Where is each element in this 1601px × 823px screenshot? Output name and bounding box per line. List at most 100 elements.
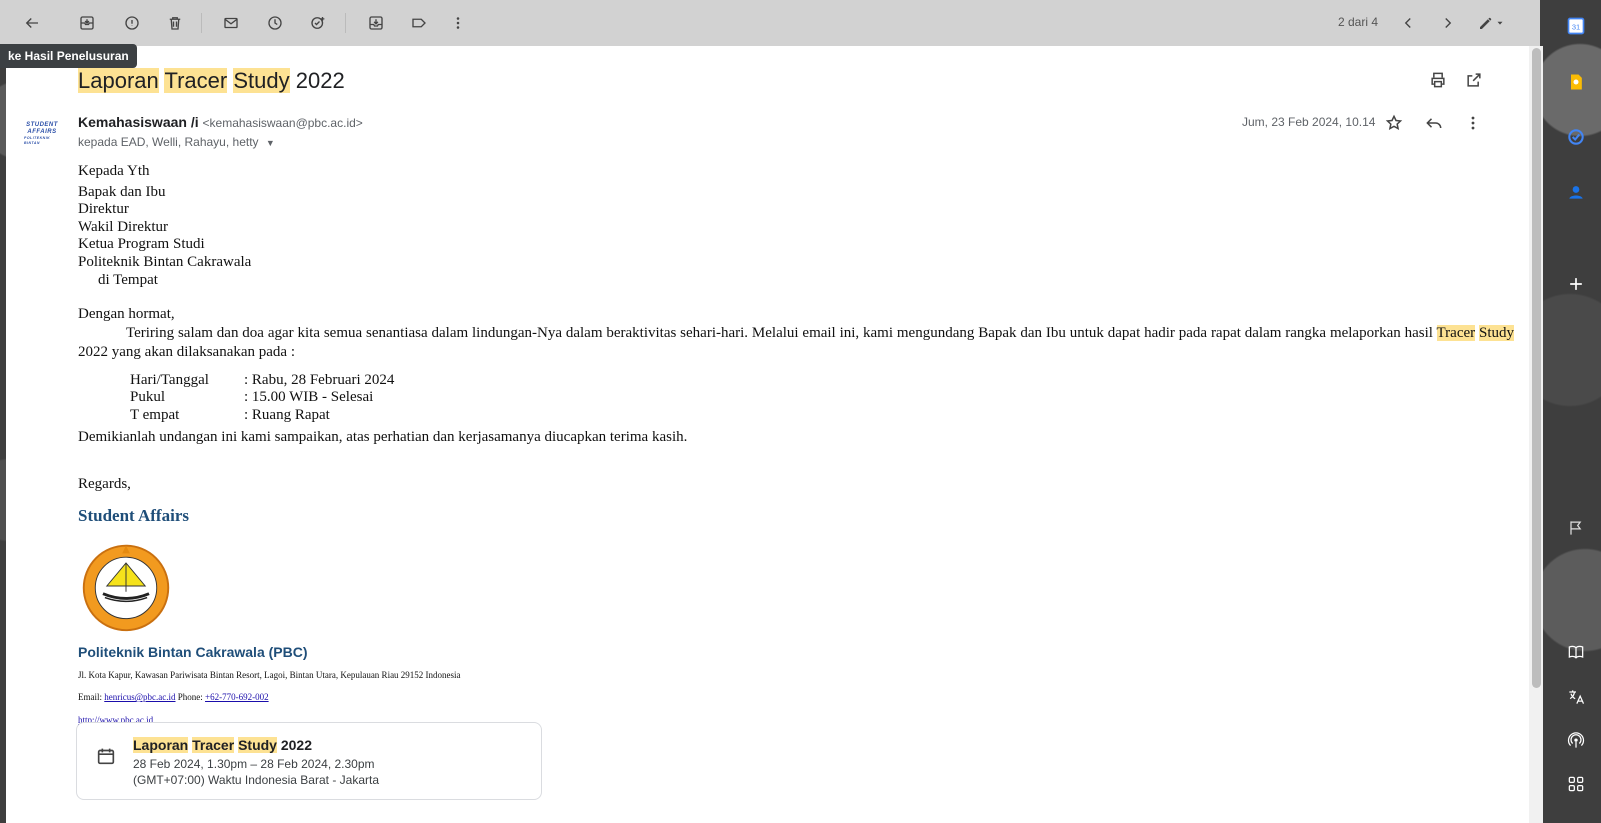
clock-icon (268, 16, 282, 30)
caret-down-icon (1497, 21, 1503, 25)
mark-unread-button[interactable] (218, 10, 244, 36)
archive-icon (80, 16, 94, 30)
grid-icon (1568, 776, 1584, 792)
alert-icon (125, 16, 139, 30)
detail-value: : 15.00 WIB - Selesai (244, 389, 374, 406)
snooze-button[interactable] (262, 10, 288, 36)
flag-icon (1570, 521, 1582, 535)
sender-name[interactable]: Kemahasiswaan /i (78, 114, 199, 130)
phone-link[interactable]: +62-770-692-002 (205, 692, 269, 702)
recipients-text: kepada EAD, Welli, Rahayu, hetty (78, 135, 259, 149)
recipient-line: Wakil Direktur (78, 218, 169, 235)
recipients-line[interactable]: kepada EAD, Welli, Rahayu, hetty ▼ (78, 135, 275, 149)
report-spam-button[interactable] (119, 10, 145, 36)
paragraph-text: Teriring salam dan doa agar kita semua s… (126, 324, 1433, 341)
arrow-left-icon (25, 18, 38, 28)
caret-down-icon: ▼ (265, 138, 275, 148)
greeting: Kepada Yth (78, 163, 150, 179)
contacts-app-button[interactable] (1562, 178, 1590, 206)
listen-button[interactable] (1562, 727, 1590, 755)
reading-mode-button[interactable] (1562, 638, 1590, 666)
keep-icon (1571, 74, 1582, 90)
input-tools-button[interactable] (1473, 10, 1509, 36)
recipient-line: Ketua Program Studi (78, 236, 205, 253)
email-subject: Laporan Tracer Study 2022 (78, 68, 345, 94)
tasks-app-button[interactable] (1562, 123, 1590, 151)
detail-label: T empat (130, 406, 180, 423)
email-link[interactable]: henricus@pbc.ac.id (104, 692, 175, 702)
external-link-icon (1467, 73, 1481, 87)
printer-icon (1431, 72, 1445, 88)
org-contact: Email: henricus@pbc.ac.id Phone: +62-770… (78, 689, 1514, 707)
tooltip: ke Hasil Penelusuran (0, 44, 137, 68)
event-title: Laporan Tracer Study 2022 (133, 737, 312, 753)
event-title-word: Tracer (192, 737, 235, 753)
chevron-left-icon (1404, 18, 1411, 28)
pencil-icon (1480, 17, 1492, 29)
move-to-icon (369, 16, 383, 30)
toolbar: 2 dari 4 (0, 0, 1540, 46)
star-button[interactable] (1384, 113, 1406, 135)
more-vertical-icon (1471, 116, 1475, 130)
plus-icon (1570, 278, 1582, 290)
more-options-button[interactable] (445, 10, 471, 36)
delete-button[interactable] (162, 10, 188, 36)
pbc-logo (82, 545, 170, 632)
email-card: Laporan Tracer Study 2022 STUDENT AFFAIR… (6, 46, 1536, 823)
calendar-app-button[interactable]: 31 (1562, 12, 1590, 40)
detail-label: Pukul (130, 389, 166, 406)
apps-grid-button[interactable] (1562, 770, 1590, 798)
podcast-icon (1567, 732, 1585, 748)
calendar-icon (97, 748, 115, 765)
paragraph-text: 2022 yang akan dilaksanakan pada : (78, 343, 296, 360)
contacts-icon (1569, 186, 1583, 199)
add-task-icon (311, 17, 325, 29)
older-button[interactable] (1435, 10, 1461, 36)
phone-label: Phone: (175, 692, 206, 703)
detail-value: : Rabu, 28 Februari 2024 (244, 371, 395, 388)
recipient-line: Politeknik Bintan Cakrawala (78, 253, 252, 270)
move-to-button[interactable] (363, 10, 389, 36)
mail-icon (224, 17, 238, 29)
org-name: Politeknik Bintan Cakrawala (PBC) (78, 643, 308, 660)
book-icon (1568, 645, 1584, 659)
more-vertical-icon (456, 17, 460, 29)
pager-count: 2 dari 4 (1338, 15, 1379, 29)
closing-line: Demikianlah undangan ini kami sampaikan,… (78, 428, 688, 445)
subject-word: Laporan (78, 68, 159, 93)
salutation: Dengan hormat, (78, 306, 175, 323)
label-icon (412, 18, 426, 28)
email-label: Email: (78, 692, 105, 703)
toolbar-divider (345, 13, 346, 33)
message-more-button[interactable] (1463, 113, 1485, 135)
regards: Regards, (78, 476, 131, 493)
keep-app-button[interactable] (1562, 68, 1590, 96)
highlight-text: Tracer (1436, 324, 1476, 341)
print-button[interactable] (1428, 70, 1450, 92)
event-timezone: (GMT+07:00) Waktu Indonesia Barat - Jaka… (133, 773, 379, 787)
subject-word: Study (233, 68, 290, 93)
recipient-line: Bapak dan Ibu (78, 183, 166, 200)
scrollbar-thumb[interactable] (1532, 48, 1541, 688)
open-new-window-button[interactable] (1464, 70, 1486, 92)
place-line: di Tempat (98, 271, 158, 288)
newer-button[interactable] (1395, 10, 1421, 36)
trash-icon (169, 17, 181, 30)
svg-text:31: 31 (1572, 22, 1580, 31)
translate-icon (1569, 690, 1585, 704)
calendar-icon-wrap (95, 745, 117, 772)
event-title-word: 2022 (280, 737, 312, 753)
archive-button[interactable] (74, 10, 100, 36)
get-addons-button[interactable] (1562, 270, 1590, 298)
reply-button[interactable] (1424, 113, 1446, 135)
calendar-event-card[interactable]: Laporan Tracer Study 2022 28 Feb 2024, 1… (76, 722, 542, 800)
translate-button[interactable] (1562, 683, 1590, 711)
label-button[interactable] (406, 10, 432, 36)
highlight-text: Study (1479, 324, 1515, 341)
star-icon (1385, 114, 1403, 131)
avatar-text: AFFAIRS (27, 129, 57, 135)
hide-panel-button[interactable] (1562, 514, 1590, 542)
back-button[interactable] (19, 10, 45, 36)
toolbar-divider (201, 13, 202, 33)
add-task-button[interactable] (305, 10, 331, 36)
